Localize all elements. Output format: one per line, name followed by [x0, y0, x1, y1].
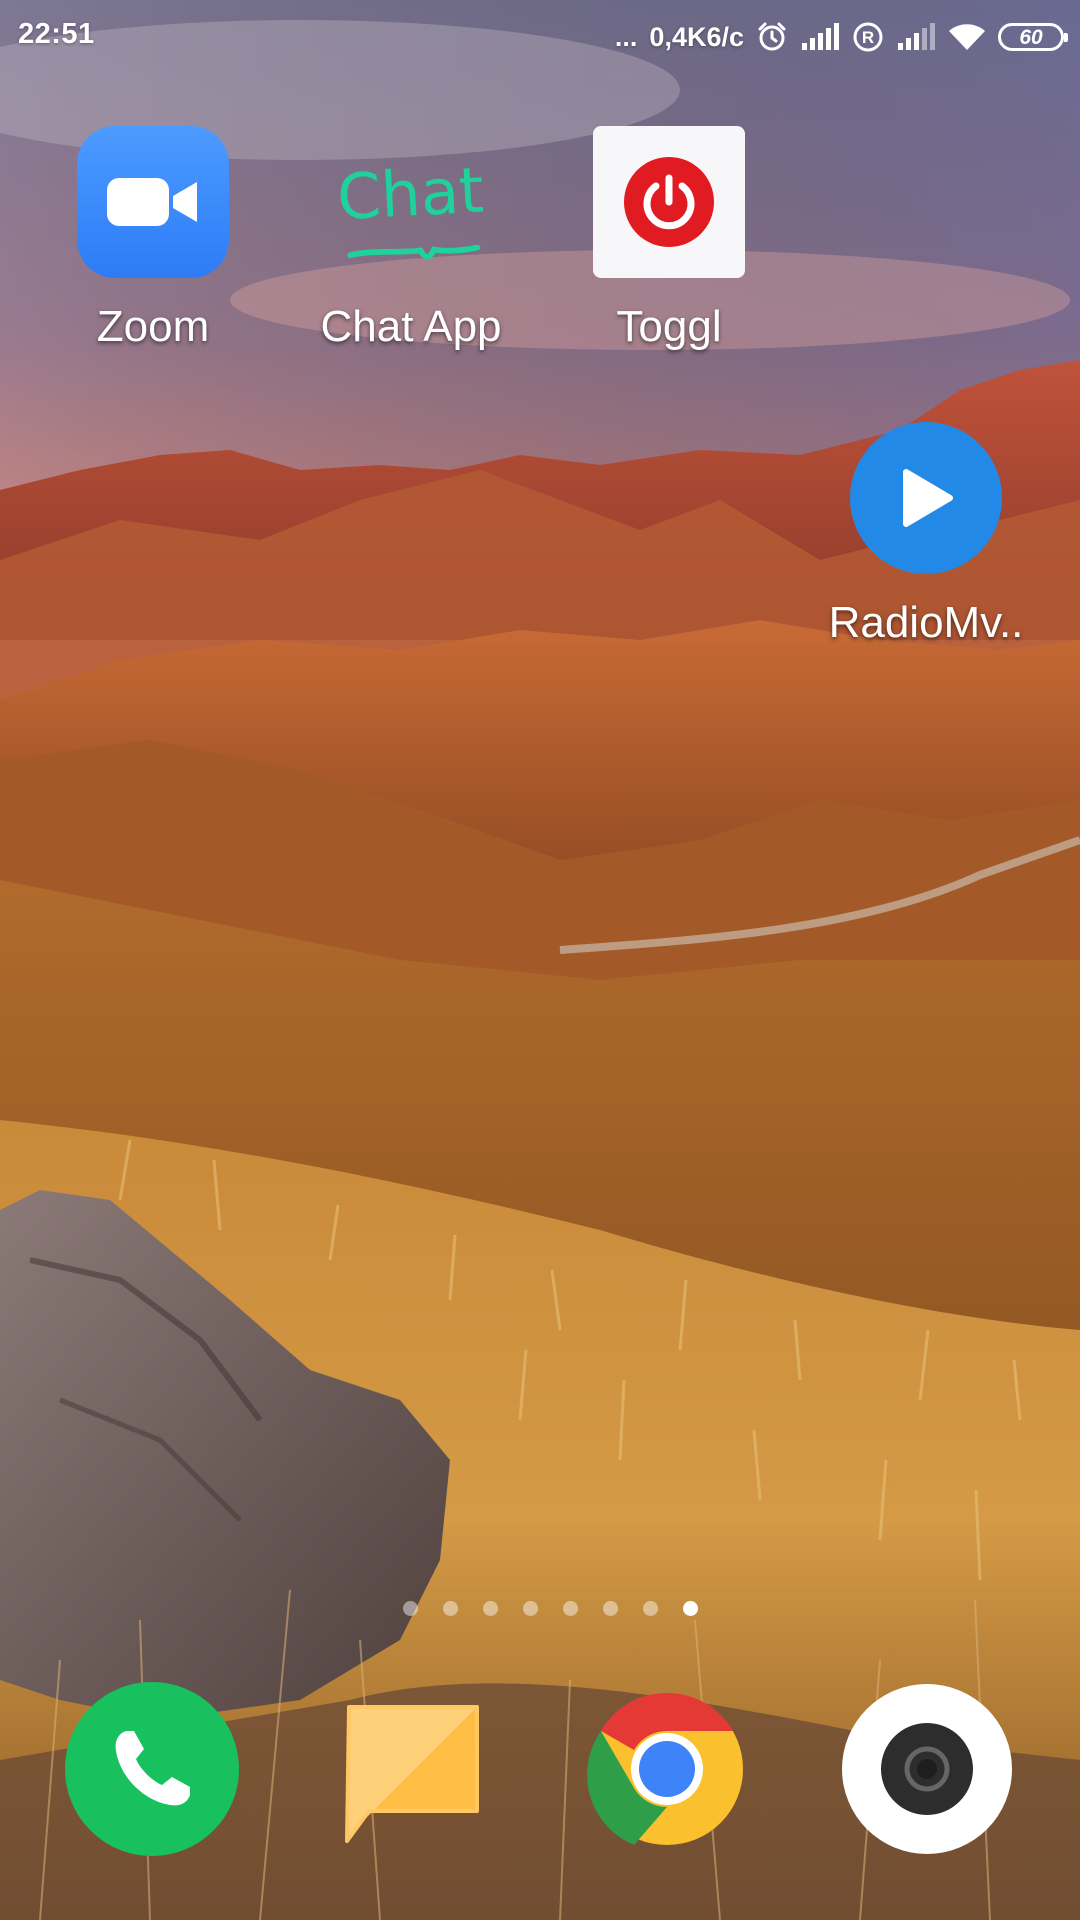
status-time: 22:51 — [18, 18, 95, 50]
zoom-app-icon — [77, 126, 229, 278]
toggl-app-icon — [593, 126, 745, 278]
camera-icon — [842, 1684, 1012, 1854]
page-dot — [482, 1600, 498, 1616]
status-bar: 22:51 ... 0,4K6/c R 60 — [0, 0, 1080, 74]
page-dot — [402, 1600, 418, 1616]
chat-app-icon: Chat — [335, 126, 487, 278]
app-zoom[interactable]: Zoom — [33, 126, 273, 352]
radiomv-app-icon — [850, 422, 1002, 574]
page-dot — [562, 1600, 578, 1616]
phone-icon — [65, 1682, 239, 1856]
zoom-icon — [107, 178, 197, 226]
page-indicator — [0, 1598, 1080, 1618]
chrome-icon — [587, 1692, 743, 1845]
app-chat[interactable]: Chat Chat App — [291, 126, 531, 352]
page-dot — [522, 1600, 538, 1616]
page-dot — [442, 1600, 458, 1616]
page-dot-active — [682, 1600, 698, 1616]
signal-icon — [898, 23, 935, 50]
battery-icon: 60 — [998, 23, 1068, 51]
network-speed: 0,4K6/c — [649, 21, 744, 52]
play-icon — [903, 469, 953, 527]
toggl-power-icon — [624, 157, 714, 247]
alarm-icon — [758, 22, 786, 51]
status-icons: ... 0,4K6/c R 60 — [614, 14, 1068, 60]
home-screen: 22:51 ... 0,4K6/c R 60 Zoom Chat Chat Ap… — [0, 0, 1080, 1920]
page-dot — [642, 1600, 658, 1616]
messages-icon — [345, 1705, 479, 1843]
dock-camera[interactable] — [839, 1681, 1015, 1857]
wifi-icon — [949, 24, 985, 50]
dock-chrome[interactable] — [579, 1681, 755, 1857]
chat-app-logo: Chat — [335, 154, 485, 260]
battery-level: 60 — [1019, 25, 1043, 49]
chat-app-logo-text: Chat — [335, 154, 485, 235]
more-notifications-indicator: ... — [614, 21, 638, 52]
app-label-radiomv: RadioMv.. — [828, 598, 1024, 647]
app-label-toggl: Toggl — [616, 302, 722, 351]
app-radiomv[interactable]: RadioMv.. — [806, 422, 1046, 648]
page-dot — [602, 1600, 618, 1616]
roaming-icon: R — [853, 22, 883, 52]
app-label-chat-app: Chat App — [320, 302, 502, 351]
app-label-zoom: Zoom — [96, 302, 210, 351]
dock-messages[interactable] — [329, 1681, 505, 1857]
dock-phone[interactable] — [64, 1681, 240, 1857]
svg-text:R: R — [862, 28, 874, 47]
signal-icon — [802, 23, 839, 50]
app-toggl[interactable]: Toggl — [549, 126, 789, 352]
